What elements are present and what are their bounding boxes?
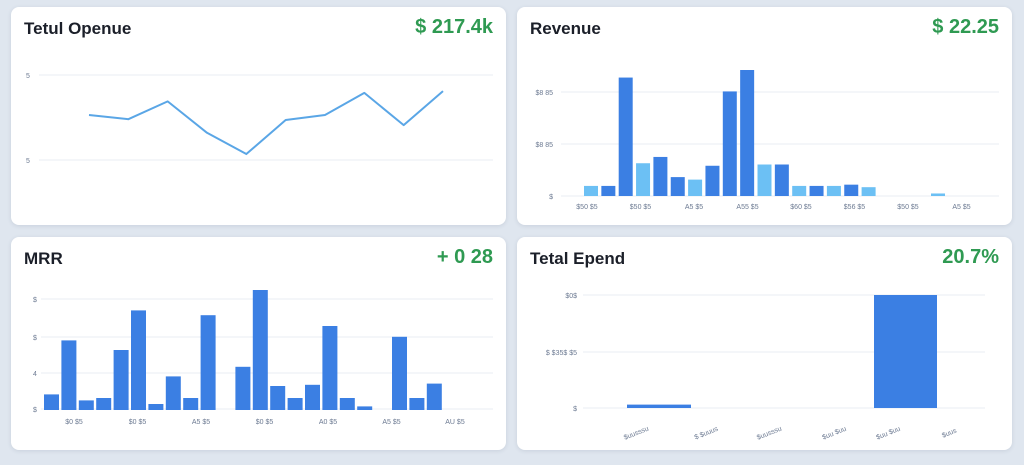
x-tick-label: A5 $5 (192, 419, 210, 426)
x-tick-label: A5 $5 (685, 204, 703, 211)
bar (113, 350, 129, 410)
bar (653, 156, 668, 196)
y-tick-label: $ (33, 407, 37, 414)
bar (636, 163, 651, 196)
bar (705, 165, 720, 196)
y-tick-label: $0$ (565, 293, 577, 300)
bar (792, 185, 807, 196)
y-tick-label: 5 (26, 158, 30, 165)
bar (287, 398, 303, 410)
bar (688, 179, 703, 196)
bar (809, 185, 824, 196)
x-tick-label: $50 $5 (897, 204, 919, 211)
x-tick-label: $uu $uu (875, 426, 901, 442)
card-mrr: MRR + 0 28 $ $4 $ $0 $5 $0 $5 A5 $5 $0 $5 A0 $5… (11, 237, 506, 450)
x-tick-label: A5 $5 (952, 204, 970, 211)
x-tick-label: A0 $5 (319, 419, 337, 426)
bar (774, 164, 789, 196)
x-tick-label: $uu $uu (821, 426, 847, 442)
x-tick-label: $uusssu (756, 425, 783, 441)
line-chart: 55 (26, 73, 493, 165)
bar (844, 184, 859, 196)
bar (165, 376, 181, 410)
bar (757, 164, 772, 196)
bar (601, 185, 616, 196)
card-revenue: Revenue $ 22.25 $8 85 $8 85 $ $50 $5 $50 $5 A… (517, 7, 1012, 225)
bar-chart: $8 85 $8 85 $ $50 $5 $50 $5 A5 $5 A55 $5 $60 $5… (535, 70, 999, 211)
bar (861, 187, 876, 196)
y-tick-label: 4 (33, 371, 37, 378)
x-tick-label: $56 $5 (844, 204, 866, 211)
card-total-epend: Tetal Epend 20.7% $0$ $ $35$ $5 $ $uusssu $ … (517, 237, 1012, 450)
bar (252, 290, 268, 410)
x-tick-label: AU $5 (445, 419, 465, 426)
y-tick-label: 5 (26, 73, 30, 80)
bar (200, 315, 216, 410)
bar (874, 295, 937, 408)
bar (78, 400, 94, 410)
bar (339, 398, 355, 410)
y-tick-label: $ (549, 194, 553, 201)
bar (740, 70, 755, 196)
bar (426, 383, 442, 410)
x-tick-label: $0 $5 (65, 419, 83, 426)
bar (270, 386, 286, 410)
bar (96, 398, 112, 410)
y-tick-label: $8 85 (535, 142, 553, 149)
bar (931, 193, 945, 196)
x-tick-label: $60 $5 (790, 204, 812, 211)
bar (409, 398, 425, 410)
bar (618, 77, 633, 196)
bar-chart: $0$ $ $35$ $5 $ $uusssu $ $uuus $uusssu $uu $u… (546, 293, 985, 442)
bar (357, 406, 373, 410)
x-tick-label: A5 $5 (382, 419, 400, 426)
y-tick-label: $ (33, 297, 37, 304)
bar-chart: $ $4 $ $0 $5 $0 $5 A5 $5 $0 $5 A0 $5 A5 $5 AU $5 (33, 290, 493, 426)
bar (148, 404, 164, 410)
x-tick-label: $uusssu (623, 425, 650, 441)
bar (305, 384, 320, 410)
x-tick-label: $uus (941, 427, 958, 439)
x-tick-label: $0 $5 (256, 419, 274, 426)
bar (670, 177, 685, 196)
bar (322, 326, 338, 410)
bar (584, 185, 598, 196)
bar (627, 404, 691, 408)
bar (826, 185, 841, 196)
bar (183, 398, 199, 410)
x-tick-label: A55 $5 (736, 204, 758, 211)
bar (44, 394, 59, 410)
x-tick-label: $50 $5 (576, 204, 598, 211)
y-tick-label: $ (573, 406, 577, 413)
y-tick-label: $8 85 (535, 90, 553, 97)
bar (722, 91, 737, 196)
bar (392, 336, 407, 410)
card-total-openue: Tetul Openue $ 217.4k 55 (11, 7, 506, 225)
y-tick-label: $ $35$ $5 (546, 350, 577, 357)
bar (235, 366, 251, 410)
x-tick-label: $50 $5 (630, 204, 652, 211)
bar (131, 310, 146, 410)
dashboard-grid: Tetul Openue $ 217.4k 55 Revenue $ 22.25… (0, 0, 1024, 465)
x-tick-label: $ $uuus (694, 426, 720, 442)
y-tick-label: $ (33, 335, 37, 342)
series-line (88, 90, 444, 156)
bar (61, 340, 77, 410)
x-tick-label: $0 $5 (129, 419, 147, 426)
